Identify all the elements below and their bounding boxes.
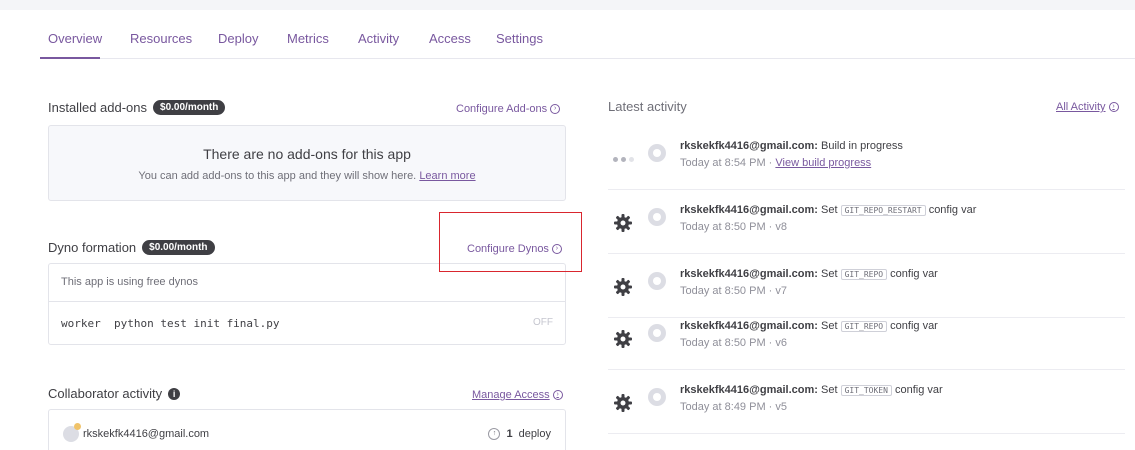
dynos-price-badge: $0.00/month xyxy=(142,240,215,255)
activity-version: v8 xyxy=(775,221,788,233)
arrow-right-circle-icon: › xyxy=(552,390,563,400)
activity-version: v6 xyxy=(775,337,788,349)
tab-settings[interactable]: Settings xyxy=(496,31,543,46)
config-var-chip: GIT_REPO_RESTART xyxy=(840,204,926,216)
dyno-process-command: worker python test init final.py xyxy=(61,317,280,330)
activity-version: v5 xyxy=(775,401,788,413)
activity-item: rkskekfk4416@gmail.com: Set GIT_TOKEN co… xyxy=(608,370,1125,434)
activity-title: Latest activity xyxy=(608,99,687,114)
activity-item: rkskekfk4416@gmail.com: Build in progres… xyxy=(608,126,1125,190)
configure-addons-link[interactable]: Configure Add-ons › xyxy=(456,103,561,115)
dyno-state-toggle[interactable]: OFF xyxy=(533,317,553,330)
gear-icon xyxy=(612,328,634,350)
avatar xyxy=(648,208,666,226)
addons-empty-state: There are no add-ons for this app You ca… xyxy=(48,125,566,201)
collaborators-title: Collaborator activity xyxy=(48,386,163,401)
activity-suffix: config var xyxy=(890,320,938,332)
top-strip xyxy=(0,0,1135,10)
activity-action: Set xyxy=(820,268,838,280)
avatar xyxy=(648,388,666,406)
activity-action: Build in progress xyxy=(820,140,903,152)
build-in-progress-icon xyxy=(612,148,634,170)
manage-access-link[interactable]: Manage Access › xyxy=(472,389,563,401)
activity-action: Set xyxy=(820,320,838,332)
activity-item: rkskekfk4416@gmail.com: Set GIT_REPO con… xyxy=(608,306,1125,370)
activity-text: rkskekfk4416@gmail.com: Set GIT_REPO con… xyxy=(680,320,938,332)
activity-time: Today at 8:50 PM · v8 xyxy=(680,221,788,233)
activity-timestamp: Today at 8:49 PM xyxy=(680,401,766,413)
tab-access[interactable]: Access xyxy=(429,31,471,46)
collaborator-user: rkskekfk4416@gmail.com xyxy=(63,423,210,442)
dyno-process-row[interactable]: worker python test init final.py OFF xyxy=(49,302,565,345)
activity-timestamp: Today at 8:54 PM xyxy=(680,157,766,169)
dynos-header: Dyno formation $0.00/month xyxy=(48,240,215,255)
activity-user: rkskekfk4416@gmail.com: xyxy=(680,140,818,152)
addons-title: Installed add-ons xyxy=(48,100,148,115)
activity-user: rkskekfk4416@gmail.com: xyxy=(680,268,818,280)
all-activity-link[interactable]: All Activity › xyxy=(1056,101,1119,113)
avatar xyxy=(648,272,666,290)
view-build-progress-link[interactable]: View build progress xyxy=(775,157,871,169)
activity-time: Today at 8:50 PM · v6 xyxy=(680,337,788,349)
configure-addons-label: Configure Add-ons xyxy=(456,103,548,115)
config-var-chip: GIT_REPO xyxy=(840,268,888,280)
gear-icon xyxy=(612,212,634,234)
activity-suffix: config var xyxy=(890,268,938,280)
tab-resources[interactable]: Resources xyxy=(130,31,192,46)
activity-suffix: config var xyxy=(928,204,977,216)
activity-time: Today at 8:50 PM · v7 xyxy=(680,285,788,297)
config-var-chip: GIT_REPO xyxy=(840,320,888,332)
arrow-right-circle-icon: › xyxy=(1108,102,1119,112)
tab-metrics[interactable]: Metrics xyxy=(287,31,329,46)
highlight-box xyxy=(439,212,582,272)
tab-activity[interactable]: Activity xyxy=(358,31,399,46)
activity-timestamp: Today at 8:50 PM xyxy=(680,337,766,349)
tab-deploy[interactable]: Deploy xyxy=(218,31,258,46)
all-activity-label: All Activity xyxy=(1056,101,1106,113)
collaborators-header: Collaborator activity i xyxy=(48,386,181,401)
tabs-divider xyxy=(40,58,1135,59)
activity-timestamp: Today at 8:50 PM xyxy=(680,285,766,297)
activity-user: rkskekfk4416@gmail.com: xyxy=(680,320,818,332)
gear-icon xyxy=(612,392,634,414)
addons-price-badge: $0.00/month xyxy=(153,100,226,115)
activity-time: Today at 8:54 PM · View build progress xyxy=(680,157,872,169)
avatar xyxy=(648,144,666,162)
activity-action: Set xyxy=(820,384,838,396)
addons-header: Installed add-ons $0.00/month xyxy=(48,100,226,115)
tab-overview[interactable]: Overview xyxy=(48,31,102,46)
avatar xyxy=(63,423,81,442)
activity-time: Today at 8:49 PM · v5 xyxy=(680,401,788,413)
deploy-count-number: 1 xyxy=(506,428,513,440)
activity-text: rkskekfk4416@gmail.com: Build in progres… xyxy=(680,140,903,152)
activity-user: rkskekfk4416@gmail.com: xyxy=(680,384,818,396)
addons-empty-title: There are no add-ons for this app xyxy=(203,146,411,162)
activity-text: rkskekfk4416@gmail.com: Set GIT_REPO_RES… xyxy=(680,204,976,216)
activity-text: rkskekfk4416@gmail.com: Set GIT_TOKEN co… xyxy=(680,384,943,396)
activity-version: v7 xyxy=(775,285,788,297)
gear-icon xyxy=(612,276,634,298)
avatar xyxy=(648,324,666,342)
addons-empty-text: You can add add-ons to this app and they… xyxy=(138,170,417,182)
activity-action: Set xyxy=(820,204,838,216)
dyno-formation-panel: This app is using free dynos worker pyth… xyxy=(48,263,566,345)
activity-text: rkskekfk4416@gmail.com: Set GIT_REPO con… xyxy=(680,268,938,280)
addons-empty-subtitle: You can add add-ons to this app and they… xyxy=(49,170,565,182)
learn-more-link[interactable]: Learn more xyxy=(419,170,475,182)
info-icon[interactable]: i xyxy=(168,387,181,400)
activity-item: rkskekfk4416@gmail.com: Set GIT_REPO_RES… xyxy=(608,190,1125,254)
activity-suffix: config var xyxy=(894,384,943,396)
arrow-right-circle-icon: › xyxy=(550,104,561,114)
deploy-count-label: deploy xyxy=(518,428,551,440)
activity-user: rkskekfk4416@gmail.com: xyxy=(680,204,818,216)
activity-timestamp: Today at 8:50 PM xyxy=(680,221,766,233)
deploy-count: ↑ 1 deploy xyxy=(488,428,551,440)
deploy-icon: ↑ xyxy=(488,428,501,440)
active-tab-indicator xyxy=(40,57,100,59)
collaborator-row: rkskekfk4416@gmail.com ↑ 1 deploy xyxy=(48,409,566,450)
config-var-chip: GIT_TOKEN xyxy=(840,384,892,396)
manage-access-label: Manage Access xyxy=(472,389,550,401)
dynos-title: Dyno formation xyxy=(48,240,137,255)
collaborator-email: rkskekfk4416@gmail.com xyxy=(83,428,210,440)
